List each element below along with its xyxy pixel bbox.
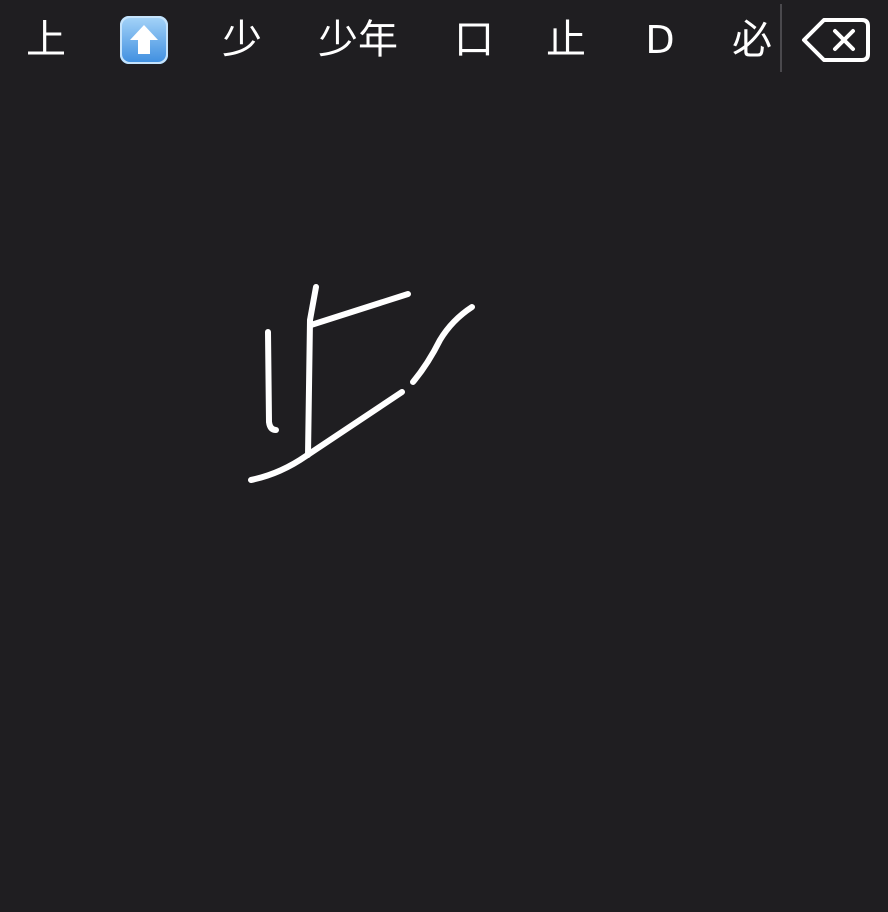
candidate-bar: 上 少 少年 口 止 D 必 [0,0,888,80]
candidate-0-label: 上 [26,17,66,63]
candidate-4-label: 口 [454,17,494,63]
candidate-2[interactable]: 少 [200,0,284,80]
handwriting-keyboard: 上 少 少年 口 止 D 必 [0,0,888,912]
candidate-7-label: 必 [732,17,772,63]
candidate-4[interactable]: 口 [434,0,514,80]
handwriting-canvas[interactable] [0,80,888,912]
stroke-3 [308,291,411,328]
stroke-5 [410,304,475,385]
candidate-6[interactable]: D [620,0,700,80]
candidate-6-label: D [645,18,675,62]
candidate-2-label: 少 [222,17,262,63]
up-arrow-emoji-icon [120,16,168,64]
candidate-5[interactable]: 止 [526,0,606,80]
divider [780,4,782,72]
candidate-3-label: 少年 [318,17,398,63]
backspace-icon[interactable] [800,14,872,66]
candidate-3[interactable]: 少年 [298,0,418,80]
stroke-4 [248,389,405,483]
candidate-5-label: 止 [546,17,586,63]
candidate-0[interactable]: 上 [6,0,86,80]
stroke-1 [265,329,279,433]
stroke-2 [305,284,319,458]
candidate-1[interactable] [104,0,184,80]
